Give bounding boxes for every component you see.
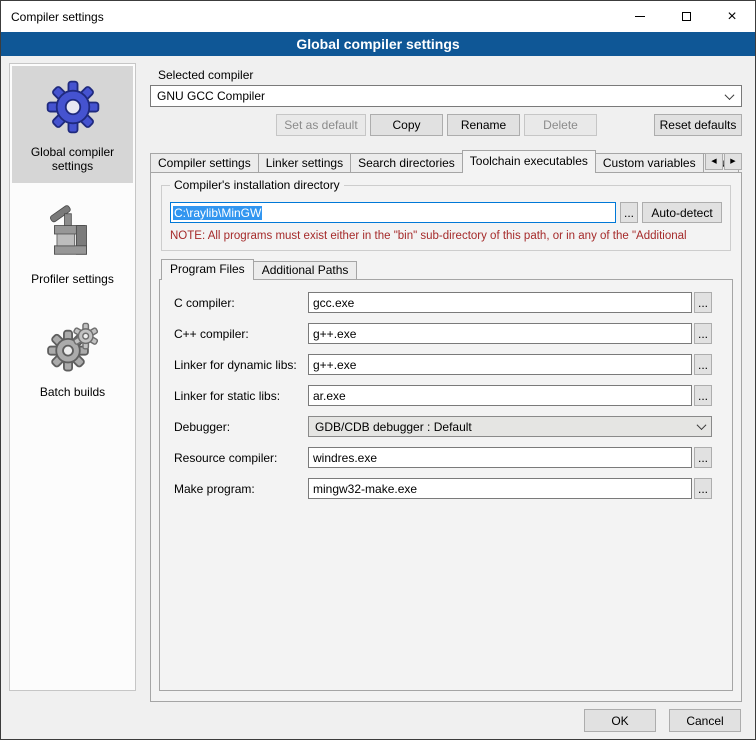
installation-directory-value: C:\raylib\MinGW: [173, 206, 262, 220]
rename-button[interactable]: Rename: [447, 114, 520, 136]
settings-tabstrip: Compiler settings Linker settings Search…: [150, 150, 742, 173]
set-as-default-button[interactable]: Set as default: [276, 114, 366, 136]
field-row-resource-compiler: Resource compiler: ...: [174, 447, 712, 468]
chevron-down-icon: [725, 90, 735, 100]
arrow-right-icon: ▶: [730, 158, 735, 165]
program-files-panel: C compiler: ... C++ compiler: ... Linker…: [159, 279, 733, 691]
linker-dynamic-label: Linker for dynamic libs:: [174, 358, 308, 372]
selected-compiler-dropdown[interactable]: GNU GCC Compiler: [150, 85, 742, 107]
sidebar-item-batch-builds[interactable]: Batch builds: [12, 306, 133, 409]
delete-button[interactable]: Delete: [524, 114, 597, 136]
spacer: [150, 114, 276, 136]
chevron-down-icon: [697, 420, 707, 430]
copy-button[interactable]: Copy: [370, 114, 443, 136]
cpp-compiler-label: C++ compiler:: [174, 327, 308, 341]
minimize-button[interactable]: [617, 1, 663, 32]
debugger-dropdown[interactable]: GDB/CDB debugger : Default: [308, 416, 712, 437]
linker-static-browse-button[interactable]: ...: [694, 385, 712, 406]
close-button[interactable]: ×: [709, 1, 755, 32]
tab-program-files[interactable]: Program Files: [161, 259, 254, 280]
tab-scroll-left-button[interactable]: ◀: [705, 153, 723, 170]
resource-compiler-label: Resource compiler:: [174, 451, 308, 465]
gear-gray-icon: [44, 318, 102, 376]
maximize-button[interactable]: [663, 1, 709, 32]
debugger-label: Debugger:: [174, 420, 308, 434]
bin-subdirectory-note: NOTE: All programs must exist either in …: [170, 230, 728, 242]
installation-directory-row: C:\raylib\MinGW ... Auto-detect: [170, 202, 722, 223]
c-compiler-input[interactable]: [308, 292, 692, 313]
page-title: Global compiler settings: [296, 36, 459, 52]
debugger-value: GDB/CDB debugger : Default: [315, 420, 472, 434]
tab-search-directories[interactable]: Search directories: [350, 153, 463, 173]
field-row-cpp-compiler: C++ compiler: ...: [174, 323, 712, 344]
tab-toolchain-executables[interactable]: Toolchain executables: [462, 150, 596, 173]
cpp-compiler-input[interactable]: [308, 323, 692, 344]
selected-compiler-label: Selected compiler: [158, 68, 253, 82]
titlebar: Compiler settings ×: [1, 1, 755, 32]
toolchain-executables-panel: Compiler's installation directory C:\ray…: [150, 172, 742, 702]
main-content: Selected compiler GNU GCC Compiler Set a…: [150, 63, 742, 703]
make-program-browse-button[interactable]: ...: [694, 478, 712, 499]
gear-blue-icon: [44, 78, 102, 136]
make-program-label: Make program:: [174, 482, 308, 496]
linker-static-label: Linker for static libs:: [174, 389, 308, 403]
tab-linker-settings[interactable]: Linker settings: [258, 153, 351, 173]
field-row-c-compiler: C compiler: ...: [174, 292, 712, 313]
installation-directory-input[interactable]: C:\raylib\MinGW: [170, 202, 616, 223]
field-row-make-program: Make program: ...: [174, 478, 712, 499]
cancel-button[interactable]: Cancel: [669, 709, 741, 732]
compiler-actions: Set as default Copy Rename Delete Reset …: [150, 114, 742, 136]
tab-custom-variables[interactable]: Custom variables: [595, 153, 704, 173]
program-files-tabstrip: Program Files Additional Paths: [161, 259, 357, 280]
sidebar-item-label: Profiler settings: [31, 272, 114, 286]
reset-defaults-button[interactable]: Reset defaults: [654, 114, 742, 136]
installation-directory-browse-button[interactable]: ...: [620, 202, 638, 223]
ok-button[interactable]: OK: [584, 709, 656, 732]
resource-compiler-input[interactable]: [308, 447, 692, 468]
dialog-header: Global compiler settings: [1, 32, 755, 56]
sidebar-item-profiler-settings[interactable]: Profiler settings: [12, 193, 133, 296]
linker-dynamic-browse-button[interactable]: ...: [694, 354, 712, 375]
window-title: Compiler settings: [1, 10, 104, 24]
cpp-compiler-browse-button[interactable]: ...: [694, 323, 712, 344]
c-compiler-browse-button[interactable]: ...: [694, 292, 712, 313]
field-row-linker-static: Linker for static libs: ...: [174, 385, 712, 406]
installation-directory-groupbox: Compiler's installation directory C:\ray…: [161, 185, 731, 251]
tab-scroll-buttons: ◀ ▶: [705, 153, 742, 170]
linker-static-input[interactable]: [308, 385, 692, 406]
sidebar-item-label: Batch builds: [40, 385, 105, 399]
settings-sidebar: Global compiler settings Profiler settin…: [9, 63, 136, 691]
caption-buttons: ×: [617, 1, 755, 32]
tab-compiler-settings[interactable]: Compiler settings: [150, 153, 259, 173]
minimize-icon: [635, 16, 645, 17]
make-program-input[interactable]: [308, 478, 692, 499]
arrow-left-icon: ◀: [711, 158, 716, 165]
auto-detect-button[interactable]: Auto-detect: [642, 202, 722, 223]
selected-compiler-value: GNU GCC Compiler: [157, 89, 265, 103]
close-icon: ×: [727, 9, 736, 25]
c-compiler-label: C compiler:: [174, 296, 308, 310]
tab-scroll-right-button[interactable]: ▶: [724, 153, 742, 170]
installation-directory-label: Compiler's installation directory: [170, 178, 344, 192]
clamp-icon: [46, 205, 100, 263]
compiler-settings-dialog: Compiler settings × Global compiler sett…: [0, 0, 756, 740]
field-row-debugger: Debugger: GDB/CDB debugger : Default: [174, 416, 712, 437]
tab-additional-paths[interactable]: Additional Paths: [253, 261, 358, 280]
sidebar-item-global-compiler-settings[interactable]: Global compiler settings: [12, 66, 133, 183]
sidebar-item-label: Global compiler settings: [14, 145, 131, 173]
maximize-icon: [682, 12, 691, 21]
linker-dynamic-input[interactable]: [308, 354, 692, 375]
resource-compiler-browse-button[interactable]: ...: [694, 447, 712, 468]
field-row-linker-dynamic: Linker for dynamic libs: ...: [174, 354, 712, 375]
